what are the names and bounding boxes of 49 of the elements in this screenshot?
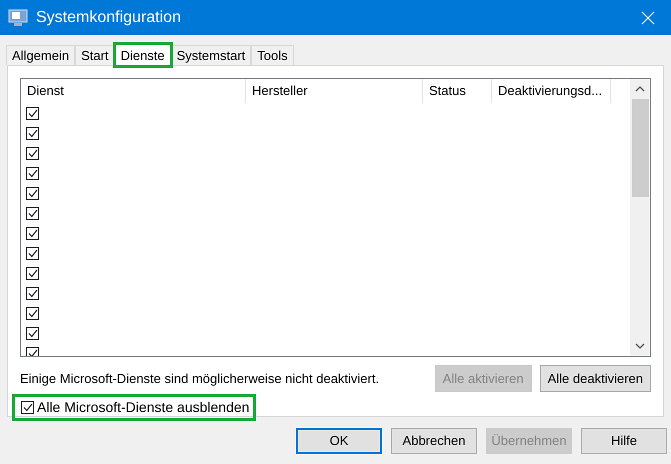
checkmark-icon — [22, 403, 32, 412]
dialog-button[interactable]: Hilfe — [581, 428, 667, 454]
checkmark-icon — [28, 288, 38, 298]
scroll-thumb[interactable] — [632, 99, 648, 197]
column-header[interactable]: Deaktivierungsd... — [492, 79, 611, 103]
checkbox[interactable] — [26, 126, 39, 140]
tab[interactable]: Dienste — [114, 44, 171, 66]
checkbox-label: Alle Microsoft-Dienste ausblenden — [37, 398, 250, 417]
checkmark-icon — [28, 228, 38, 238]
computer-icon — [8, 8, 28, 26]
checkmark-icon — [28, 248, 38, 258]
checkbox[interactable] — [26, 106, 39, 120]
checkbox[interactable] — [26, 246, 39, 260]
checkbox[interactable] — [26, 266, 39, 280]
tab[interactable]: Tools — [251, 45, 294, 65]
checkmark-icon — [28, 328, 38, 338]
tab[interactable]: Start — [75, 45, 115, 65]
checkbox[interactable] — [26, 306, 39, 320]
column-header[interactable]: Status — [423, 79, 492, 103]
column-header[interactable]: Hersteller — [246, 79, 423, 103]
list-button[interactable]: Alle deaktivieren — [540, 365, 651, 392]
checkmark-icon — [28, 148, 38, 158]
info-text: Einige Microsoft-Dienste sind möglicherweise nicht deaktiviert. — [20, 370, 380, 388]
scrollbar[interactable] — [630, 79, 650, 356]
checkmark-icon — [28, 128, 38, 138]
tab[interactable]: Systemstart — [170, 45, 252, 65]
checkmark-icon — [28, 188, 38, 198]
checkbox[interactable] — [26, 186, 39, 200]
checkbox[interactable] — [26, 166, 39, 180]
checkbox[interactable] — [26, 286, 39, 300]
checkbox[interactable] — [26, 206, 39, 220]
checkmark-icon — [28, 268, 38, 278]
dialog-button[interactable]: OK — [296, 428, 382, 454]
checkmark-icon — [28, 168, 38, 178]
tab[interactable]: Allgemein — [6, 45, 76, 65]
checkmark-icon — [28, 348, 38, 356]
checkbox[interactable] — [26, 226, 39, 240]
close-icon[interactable] — [641, 10, 655, 24]
window-title: Systemkonfiguration — [36, 8, 181, 28]
checkmark-icon — [28, 208, 38, 218]
checkbox[interactable] — [26, 146, 39, 160]
checkmark-icon — [28, 108, 38, 118]
checkbox-option[interactable]: Alle Microsoft-Dienste ausblenden — [12, 394, 256, 421]
column-header[interactable]: Dienst — [21, 79, 246, 103]
dialog-button[interactable]: Abbrechen — [391, 428, 477, 454]
checkbox[interactable] — [21, 401, 34, 414]
checkmark-icon — [28, 308, 38, 318]
checkbox[interactable] — [26, 326, 39, 340]
checkbox[interactable] — [26, 346, 39, 356]
